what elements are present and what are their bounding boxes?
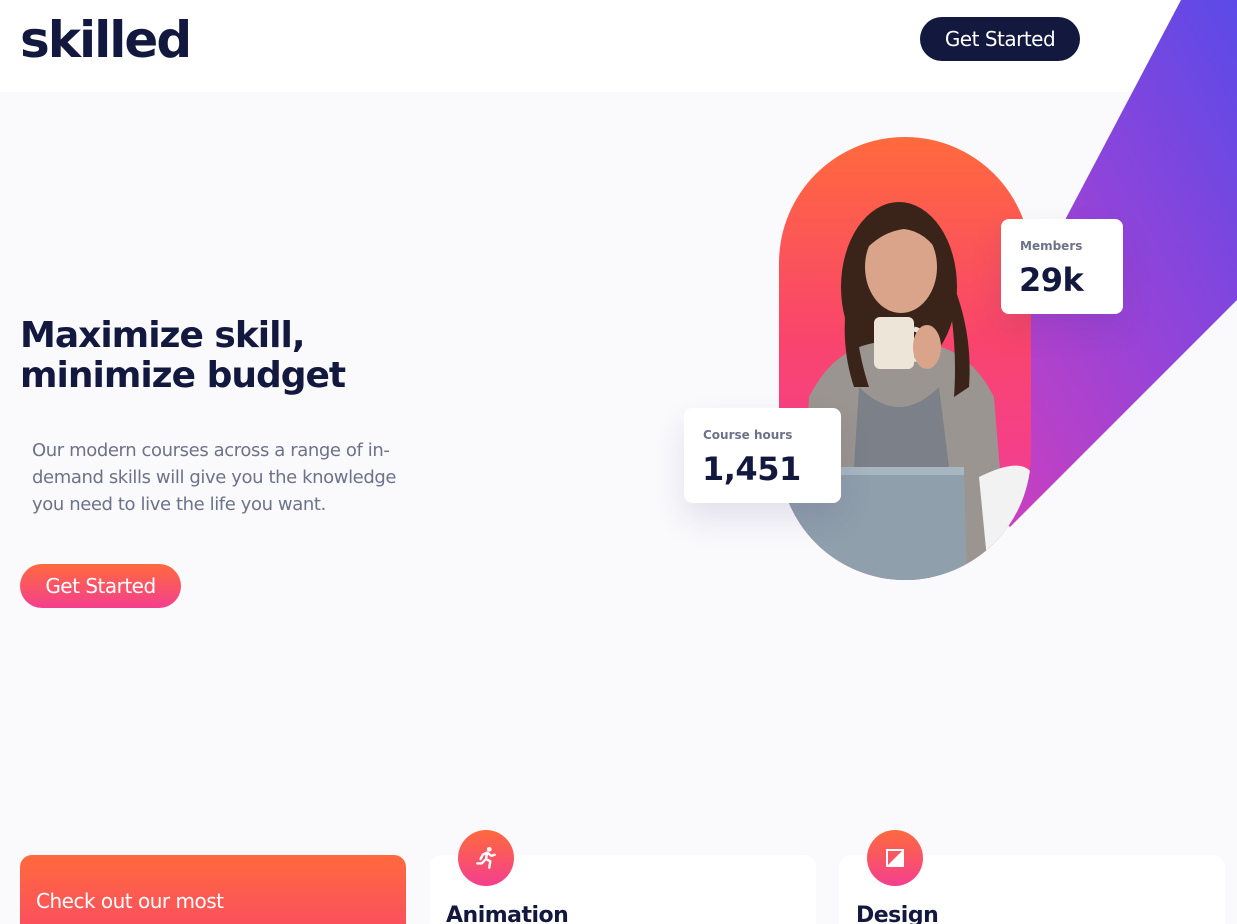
hero-get-started-button[interactable]: Get Started — [20, 564, 181, 608]
hero-image — [779, 137, 1031, 580]
promo-text: Check out our most — [36, 889, 224, 913]
image-frame-icon — [867, 830, 923, 886]
members-stat-card: Members 29k — [1001, 219, 1123, 314]
running-figure-icon — [458, 830, 514, 886]
course-title-design: Design — [856, 903, 939, 924]
promo-card[interactable]: Check out our most — [20, 855, 406, 924]
course-hours-stat-card: Course hours 1,451 — [684, 408, 841, 503]
stat-label: Members — [1020, 239, 1083, 253]
stat-value: 1,451 — [702, 450, 801, 488]
stat-label: Course hours — [703, 428, 793, 442]
hero-photo-illustration — [779, 202, 1031, 580]
header-get-started-button[interactable]: Get Started — [920, 17, 1080, 61]
hero-description: Our modern courses across a range of in-… — [32, 440, 397, 515]
hero-title-line1: Maximize skill, — [20, 315, 305, 356]
brand-logo[interactable]: skilled — [20, 8, 192, 72]
hero-title-line2: minimize budget — [20, 355, 346, 396]
course-title-animation: Animation — [446, 903, 569, 924]
stat-value: 29k — [1019, 261, 1084, 299]
hero-title: Maximize skill, minimize budget — [20, 316, 440, 396]
